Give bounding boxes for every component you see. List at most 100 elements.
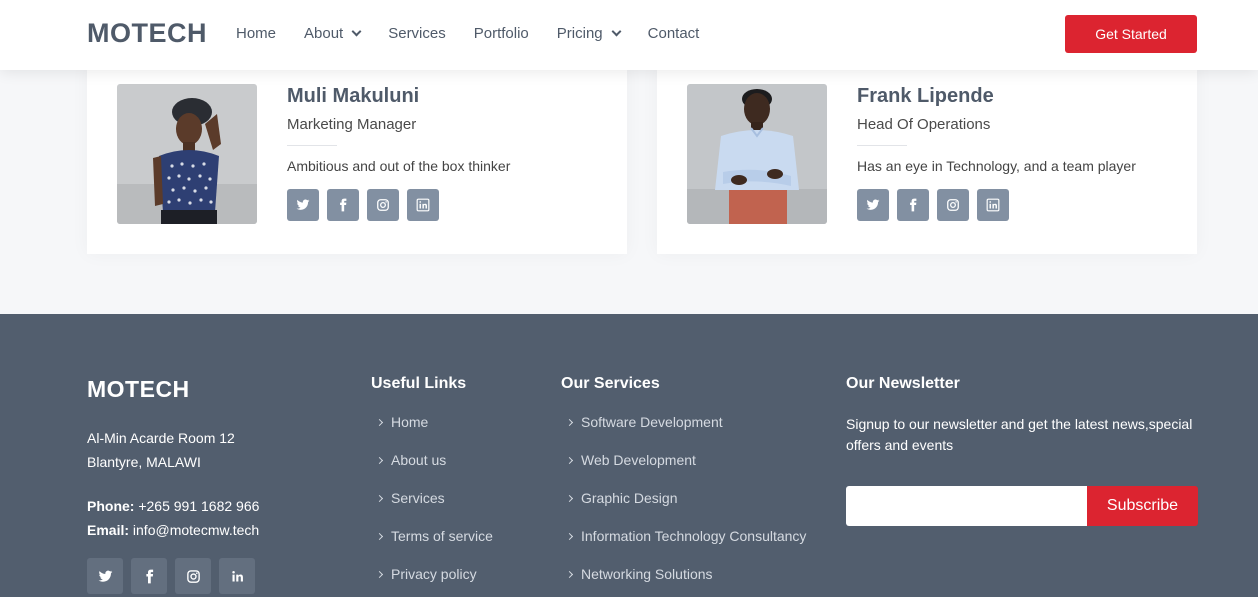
phone-value: +265 991 1682 966 [138,498,260,514]
useful-links-title: Useful Links [371,375,467,392]
service-label: Graphic Design [581,490,678,506]
linkedin-link[interactable] [407,189,439,221]
linkedin-link[interactable] [977,189,1009,221]
site-logo[interactable]: MOTECH [87,18,207,49]
subscribe-button[interactable]: Subscribe [1087,486,1198,526]
nav-label: Home [236,25,277,42]
member-name: Muli Makuluni [287,85,420,107]
main-nav: Home About Services Portfolio Pricing Co… [236,25,727,42]
newsletter-title: Our Newsletter [846,375,960,392]
nav-item-services[interactable]: Services [388,25,446,42]
service-label: Web Development [581,452,696,468]
nav-label: Contact [647,25,700,42]
footer-link-home[interactable]: Home [371,414,493,452]
email-line: Email: info@motecmw.tech [87,518,259,542]
chevron-right-icon [375,494,384,503]
divider [287,145,337,146]
chevron-right-icon [375,570,384,579]
team-member-card: Muli Makuluni Marketing Manager Ambitiou… [87,62,627,254]
chevron-down-icon [351,26,362,37]
team-member-card: Frank Lipende Head Of Operations Has an … [657,62,1197,254]
services-title: Our Services [561,375,660,392]
service-label: Software Development [581,414,723,430]
member-socials [857,189,1017,221]
facebook-icon [340,198,347,212]
chevron-right-icon [565,532,574,541]
member-name: Frank Lipende [857,85,994,107]
instagram-link[interactable] [937,189,969,221]
footer-link-label: Services [391,490,445,506]
address-line: Al-Min Acarde Room 12 [87,430,235,446]
linkedin-icon [416,198,430,212]
phone-line: Phone: +265 991 1682 966 [87,494,259,518]
footer-link-label: Home [391,414,429,430]
footer-address: Al-Min Acarde Room 12 Blantyre, MALAWI [87,426,235,474]
footer-link-about[interactable]: About us [371,452,493,490]
member-photo [117,84,257,224]
member-socials [287,189,447,221]
linkedin-icon [231,570,243,581]
nav-item-about[interactable]: About [304,25,362,42]
newsletter-email-input[interactable] [846,486,1087,526]
twitter-link[interactable] [857,189,889,221]
twitter-link[interactable] [287,189,319,221]
chevron-right-icon [375,532,384,541]
instagram-icon [186,569,200,583]
facebook-link[interactable] [897,189,929,221]
footer-link-label: Privacy policy [391,566,477,582]
footer-link-label: About us [391,452,447,468]
email-label: Email: [87,522,130,538]
site-header: MOTECH Home About Services Portfolio Pri… [0,0,1258,70]
service-link[interactable]: Software Development [561,414,806,452]
nav-label: Pricing [556,25,603,42]
nav-item-contact[interactable]: Contact [648,25,700,42]
member-description: Ambitious and out of the box thinker [287,158,511,174]
nav-item-portfolio[interactable]: Portfolio [474,25,529,42]
service-link[interactable]: Networking Solutions [561,566,806,597]
email-value[interactable]: info@motecmw.tech [133,522,259,538]
footer-link-terms[interactable]: Terms of service [371,528,493,566]
chevron-right-icon [375,418,384,427]
nav-item-pricing[interactable]: Pricing [556,25,622,42]
divider [857,145,907,146]
newsletter-text: Signup to our newsletter and get the lat… [846,416,1193,453]
service-link[interactable]: Web Development [561,452,806,490]
instagram-link[interactable] [175,558,211,594]
newsletter-form: Subscribe [846,486,1198,526]
service-link[interactable]: Graphic Design [561,490,806,528]
service-label: Networking Solutions [581,566,713,582]
footer-link-privacy[interactable]: Privacy policy [371,566,493,597]
chevron-right-icon [565,570,574,579]
facebook-icon [145,569,153,583]
member-description: Has an eye in Technology, and a team pla… [857,158,1136,174]
instagram-icon [947,199,959,211]
chevron-right-icon [565,456,574,465]
linkedin-link[interactable] [219,558,255,594]
chevron-right-icon [565,418,574,427]
linkedin-icon [986,198,1000,212]
member-role: Marketing Manager [287,116,417,133]
services-list: Software Development Web Development Gra… [561,414,806,597]
footer-link-label: Terms of service [391,528,493,544]
nav-label: Portfolio [473,25,529,42]
chevron-right-icon [375,456,384,465]
footer-link-services[interactable]: Services [371,490,493,528]
twitter-icon [296,199,310,210]
service-label: Information Technology Consultancy [581,528,807,544]
nav-item-home[interactable]: Home [236,25,276,42]
site-footer: MOTECH Al-Min Acarde Room 12 Blantyre, M… [0,314,1258,597]
footer-socials [87,558,263,594]
instagram-link[interactable] [367,189,399,221]
phone-label: Phone: [87,498,135,514]
footer-contact: Phone: +265 991 1682 966 Email: info@mot… [87,494,259,542]
get-started-button[interactable]: Get Started [1065,15,1197,53]
facebook-link[interactable] [327,189,359,221]
member-photo [687,84,827,224]
service-link[interactable]: Information Technology Consultancy [561,528,806,566]
twitter-link[interactable] [87,558,123,594]
facebook-link[interactable] [131,558,167,594]
facebook-icon [910,198,917,212]
chevron-right-icon [565,494,574,503]
member-role: Head Of Operations [857,116,991,133]
twitter-icon [866,199,880,210]
